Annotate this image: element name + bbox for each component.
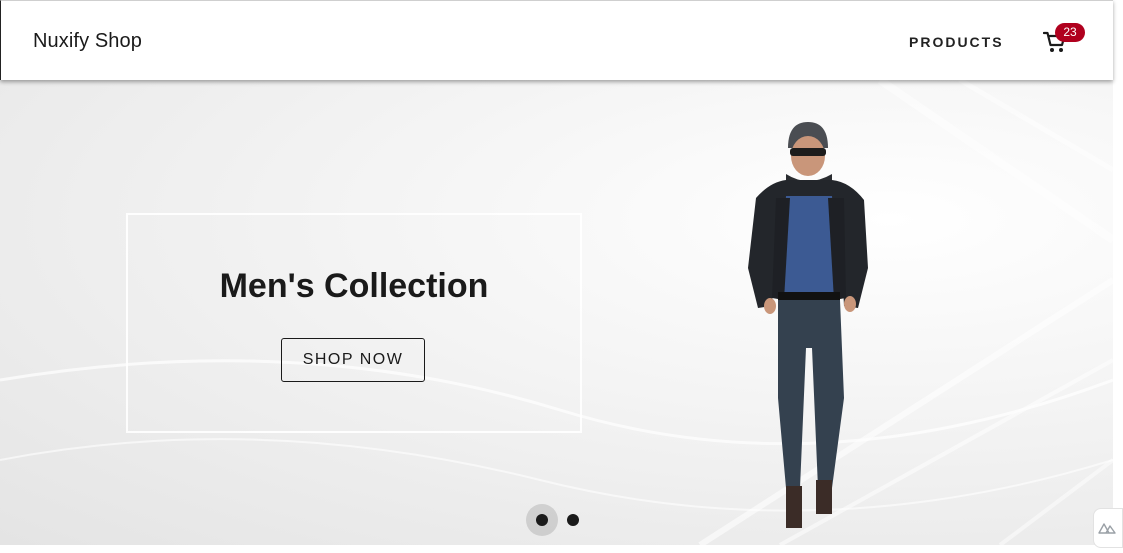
collection-panel: Men's Collection SHOP NOW xyxy=(126,213,582,433)
devtools-toggle-button[interactable] xyxy=(1093,508,1123,548)
top-navbar: Nuxify Shop PRODUCTS 23 xyxy=(0,0,1113,80)
hero-title: Men's Collection xyxy=(219,267,489,305)
carousel-dot-1[interactable] xyxy=(536,514,548,526)
shop-now-button[interactable]: SHOP NOW xyxy=(281,338,425,382)
hero-carousel: Men's Collection SHOP NOW xyxy=(0,80,1113,545)
scrollbar-gutter xyxy=(1113,0,1123,553)
carousel-dot-2[interactable] xyxy=(567,514,579,526)
cart-button[interactable]: 23 xyxy=(1041,23,1085,57)
hero-model-image xyxy=(748,122,868,528)
brand-link[interactable]: Nuxify Shop xyxy=(33,30,142,53)
nuxt-logo-icon xyxy=(1098,523,1116,534)
cart-count-badge: 23 xyxy=(1055,23,1085,42)
nav-products-link[interactable]: PRODUCTS xyxy=(909,34,1004,50)
carousel-pagination xyxy=(526,504,586,536)
app-root: Nuxify Shop PRODUCTS 23 Men's Collection… xyxy=(0,0,1123,553)
